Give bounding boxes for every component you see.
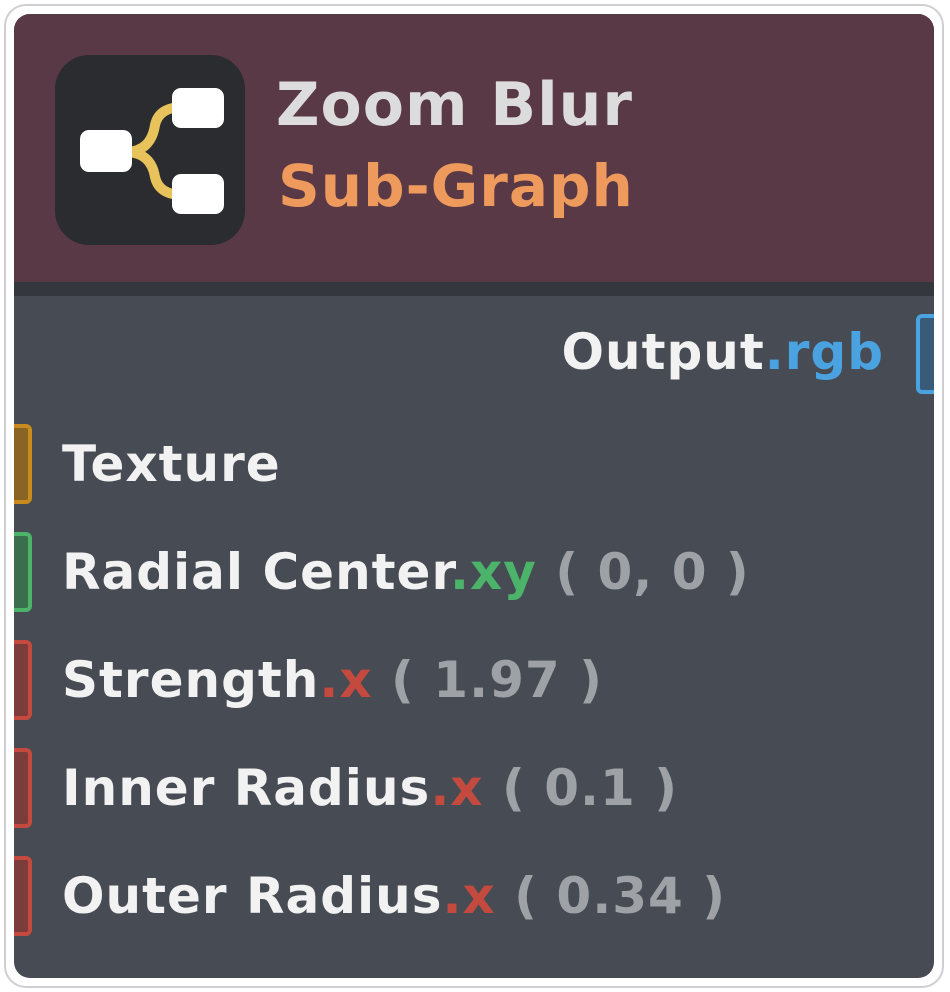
input-default-value[interactable]: ( 0.34 ) xyxy=(496,867,726,925)
input-port-inner-radius[interactable] xyxy=(14,748,32,828)
input-name: Texture xyxy=(62,435,281,493)
input-label-outer-radius: Outer Radius.x ( 0.34 ) xyxy=(62,866,726,926)
input-port-texture[interactable] xyxy=(14,424,32,504)
output-port[interactable] xyxy=(916,314,934,394)
input-swizzle: .xy xyxy=(450,543,537,601)
input-port-outer-radius[interactable] xyxy=(14,856,32,936)
node-subtitle: Sub-Graph xyxy=(278,152,634,220)
output-name: Output xyxy=(561,323,765,381)
input-label-radial-center: Radial Center.xy ( 0, 0 ) xyxy=(62,542,750,602)
input-name: Outer Radius xyxy=(62,867,443,925)
input-swizzle: .x xyxy=(442,867,496,925)
input-swizzle: .x xyxy=(319,651,373,709)
input-label-inner-radius: Inner Radius.x ( 0.1 ) xyxy=(62,758,678,818)
input-name: Strength xyxy=(62,651,320,709)
node-body: Zoom Blur Sub-Graph Output.rgb Texture Ra… xyxy=(14,14,934,978)
header-divider xyxy=(14,282,934,296)
output-swizzle: .rgb xyxy=(764,323,884,381)
input-swizzle: .x xyxy=(430,759,484,817)
input-name: Radial Center xyxy=(62,543,450,601)
input-default-value[interactable]: ( 1.97 ) xyxy=(373,651,603,709)
node-title: Zoom Blur xyxy=(276,70,633,140)
subgraph-icon xyxy=(55,55,245,245)
input-port-radial-center[interactable] xyxy=(14,532,32,612)
input-port-strength[interactable] xyxy=(14,640,32,720)
node-header[interactable]: Zoom Blur Sub-Graph xyxy=(14,14,934,282)
input-name: Inner Radius xyxy=(62,759,431,817)
input-label-texture: Texture xyxy=(62,434,281,494)
input-default-value[interactable]: ( 0, 0 ) xyxy=(537,543,750,601)
zoom-blur-node[interactable]: Zoom Blur Sub-Graph Output.rgb Texture Ra… xyxy=(4,4,944,988)
input-label-strength: Strength.x ( 1.97 ) xyxy=(62,650,603,710)
input-default-value[interactable]: ( 0.1 ) xyxy=(484,759,679,817)
output-port-label: Output.rgb xyxy=(561,322,884,382)
